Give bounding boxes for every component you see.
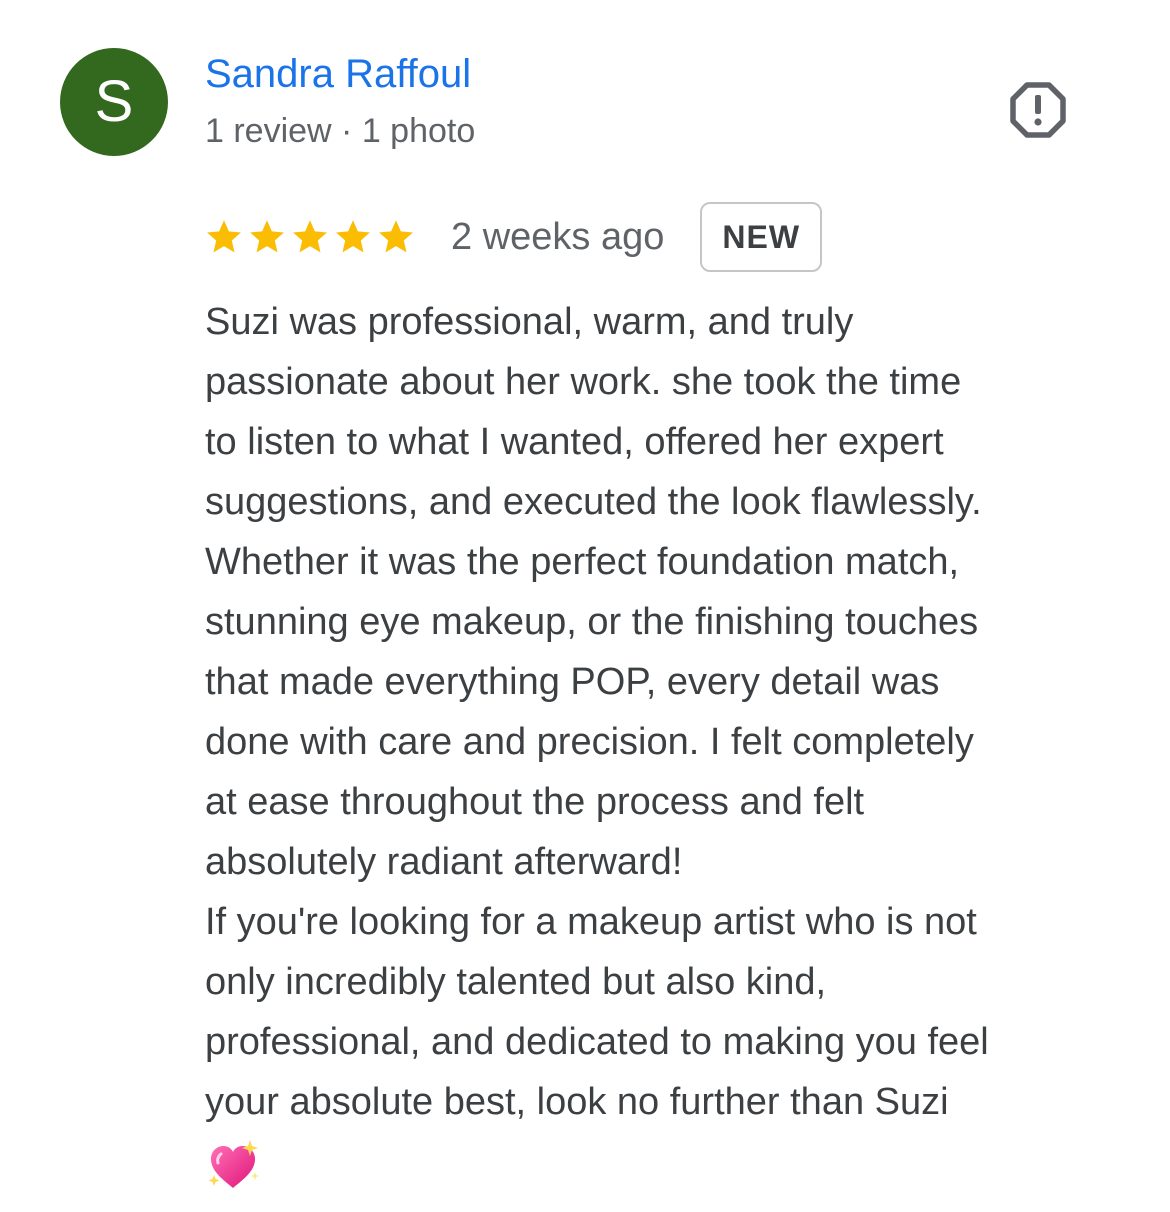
review-lines: Suzi was professional, warm, and truly pa… [205, 292, 1110, 1132]
review-line: Whether it was the perfect foundation ma… [205, 541, 960, 583]
review-line: only incredibly talented but also kind, [205, 961, 827, 1003]
review-line: If you're looking for a makeup artist wh… [205, 901, 977, 943]
review-line: to listen to what I wanted, offered her … [205, 421, 944, 463]
sparkling-heart-icon [205, 1138, 261, 1194]
review-line: your absolute best, look no further than… [205, 1081, 949, 1123]
star-icon [377, 219, 415, 255]
avatar-initial: S [94, 69, 134, 134]
reviewer-meta: 1 review · 1 photo [205, 112, 476, 150]
rating-row: 2 weeks ago NEW [205, 200, 823, 274]
review-date: 2 weeks ago [451, 215, 665, 258]
review-line: suggestions, and executed the look flawl… [205, 481, 982, 523]
avatar[interactable]: S [60, 48, 168, 156]
review-line: professional, and dedicated to making yo… [205, 1021, 989, 1063]
review-line: stunning eye makeup, or the finishing to… [205, 601, 979, 643]
report-review-button[interactable] [1004, 80, 1072, 140]
review-line: at ease throughout the process and felt [205, 781, 865, 823]
review-text: Suzi was professional, warm, and truly pa… [205, 292, 1110, 1194]
star-icon [248, 219, 286, 255]
star-rating [205, 219, 415, 255]
new-badge: NEW [700, 202, 823, 272]
review-line: Suzi was professional, warm, and truly [205, 301, 854, 343]
review-line: that made everything POP, every detail w… [205, 661, 940, 703]
report-flag-icon [1010, 82, 1066, 138]
reviewer-name[interactable]: Sandra Raffoul [205, 52, 471, 97]
review-line: passionate about her work. she took the … [205, 361, 962, 403]
star-icon [205, 219, 243, 255]
star-icon [291, 219, 329, 255]
review-line: absolutely radiant afterward! [205, 841, 683, 883]
star-icon [334, 219, 372, 255]
review-line: done with care and precision. I felt com… [205, 721, 974, 763]
